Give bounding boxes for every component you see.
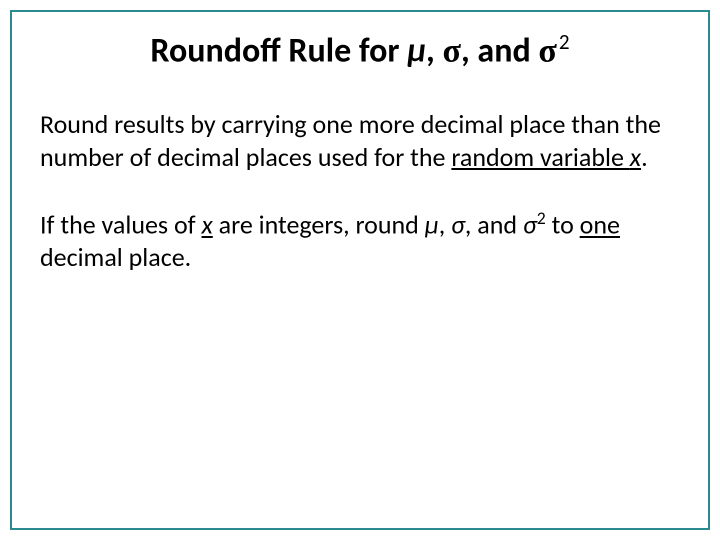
paragraph-1: Round results by carrying one more decim… (40, 108, 680, 173)
para2-sep2: , and (465, 209, 523, 241)
para2-t2: are integers, round (213, 209, 425, 241)
sigma-squared-2: σ (523, 209, 537, 241)
paragraph-2: If the values of x are integers, round µ… (40, 207, 680, 274)
para2-t1: If the values of (40, 209, 202, 241)
slide-frame: Roundoff Rule for µ, σ, and σ2 Round res… (10, 10, 710, 530)
x-var: x (630, 141, 641, 173)
para2-sep1: , (439, 209, 451, 241)
x-var-2: x (202, 209, 213, 241)
para2-t4: decimal place. (40, 241, 191, 273)
title-exponent: 2 (559, 29, 570, 55)
sigma-squared-symbol: σ (538, 32, 557, 69)
mu-symbol-2: µ (425, 209, 439, 241)
one-underline: one (580, 209, 620, 241)
random-variable-x: random variable x (451, 141, 641, 173)
para2-exponent: 2 (537, 207, 546, 229)
sigma-symbol-2: σ (451, 209, 465, 241)
title-sep2: , and (461, 30, 538, 71)
para2-t3: to (546, 209, 580, 241)
para1-period: . (641, 141, 648, 173)
rv-text: random variable (451, 141, 629, 173)
title-sep1: , (426, 30, 442, 71)
slide-title: Roundoff Rule for µ, σ, and σ2 (40, 30, 680, 72)
title-prefix: Roundoff Rule for (150, 30, 407, 71)
mu-symbol: µ (407, 30, 426, 71)
sigma-symbol: σ (442, 32, 461, 69)
